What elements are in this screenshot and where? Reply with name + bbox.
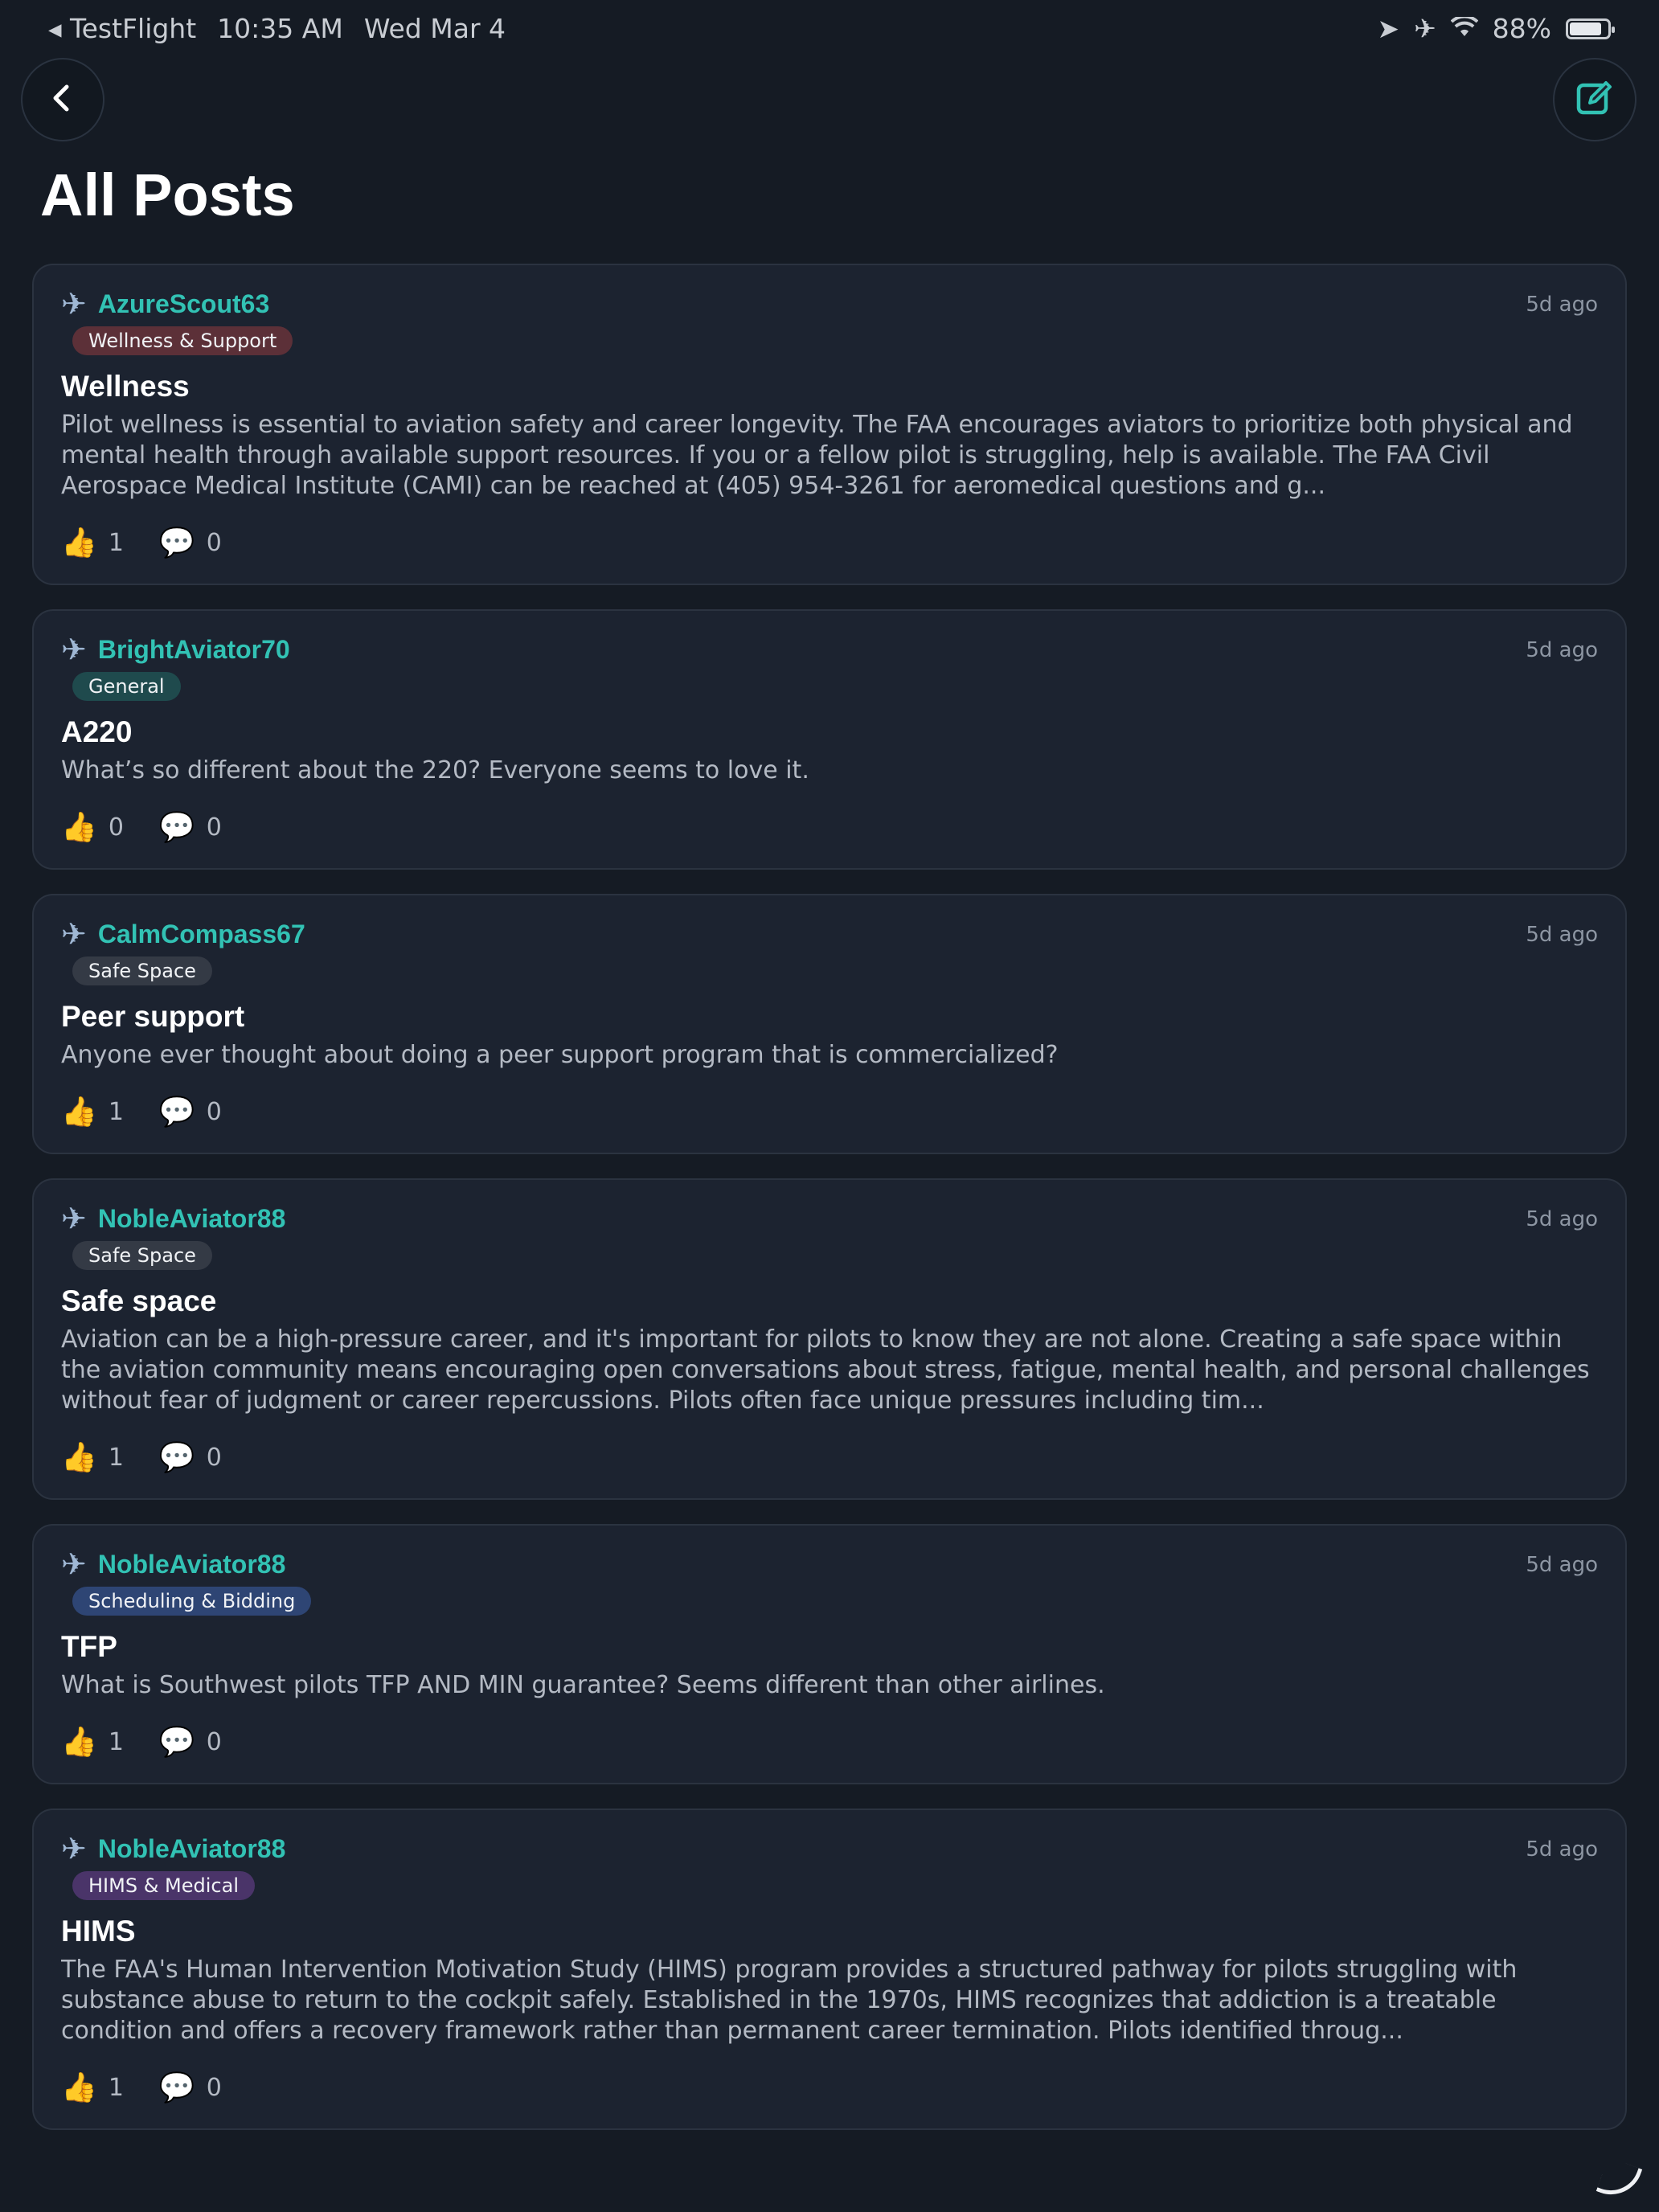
post-body: Pilot wellness is essential to aviation … [61, 411, 1573, 500]
comment-count: 0 [206, 1097, 222, 1126]
post-card[interactable]: ✈ NobleAviator88 5d ago Scheduling & Bid… [32, 1524, 1627, 1784]
post-card[interactable]: ✈ NobleAviator88 5d ago HIMS & Medical H… [32, 1809, 1627, 2130]
posts-list[interactable]: ✈ AzureScout63 5d ago Wellness & Support… [32, 264, 1627, 2154]
post-title: Safe space [61, 1284, 217, 1317]
new-post-button[interactable] [1553, 58, 1636, 141]
like-button[interactable]: 👍 1 [61, 1440, 124, 1474]
speech-bubble-icon: 💬 [158, 1096, 195, 1129]
like-count: 1 [108, 1727, 124, 1756]
comment-button[interactable]: 💬 0 [159, 1725, 222, 1759]
post-body: What is Southwest pilots TFP AND MIN gua… [61, 1671, 1105, 1699]
category-tag: General [72, 672, 181, 701]
airplane-icon: ✈ [61, 1201, 87, 1236]
category-tag: Safe Space [72, 956, 212, 985]
category-tag: Safe Space [72, 1241, 212, 1270]
post-body: What’s so different about the 220? Every… [61, 756, 809, 784]
comment-button[interactable]: 💬 0 [159, 810, 222, 844]
airplane-icon: ✈ [61, 1831, 87, 1866]
back-button[interactable] [21, 58, 104, 141]
post-card[interactable]: ✈ BrightAviator70 5d ago General A220 Wh… [32, 609, 1627, 870]
post-body: Anyone ever thought about doing a peer s… [61, 1041, 1059, 1069]
comment-count: 0 [206, 2073, 222, 2102]
thumbs-up-icon: 👍 [61, 811, 97, 844]
like-button[interactable]: 👍 1 [61, 2071, 124, 2104]
compose-icon [1574, 77, 1616, 122]
post-author[interactable]: NobleAviator88 [98, 1204, 286, 1234]
category-tag: Wellness & Support [72, 326, 293, 355]
like-count: 1 [108, 2073, 124, 2102]
thumbs-up-icon: 👍 [61, 1096, 97, 1129]
post-time: 5d ago [1526, 638, 1598, 662]
like-count: 1 [108, 1097, 124, 1126]
category-tag: Scheduling & Bidding [72, 1587, 312, 1616]
post-title: TFP [61, 1630, 117, 1663]
post-author[interactable]: CalmCompass67 [98, 920, 305, 949]
wifi-icon [1450, 13, 1479, 44]
post-card[interactable]: ✈ NobleAviator88 5d ago Safe Space Safe … [32, 1178, 1627, 1500]
status-bar: ◂ TestFlight 10:35 AM Wed Mar 4 ➤ ✈ 88% [0, 0, 1659, 58]
airplane-icon: ✈ [61, 916, 87, 952]
status-date: Wed Mar 4 [363, 13, 506, 44]
post-body: Aviation can be a high-pressure career, … [61, 1325, 1590, 1415]
comment-count: 0 [206, 813, 222, 842]
like-count: 1 [108, 1443, 124, 1472]
battery-percent: 88% [1492, 13, 1551, 44]
like-button[interactable]: 👍 1 [61, 1095, 124, 1129]
post-card[interactable]: ✈ AzureScout63 5d ago Wellness & Support… [32, 264, 1627, 585]
post-title: Peer support [61, 1000, 245, 1033]
speech-bubble-icon: 💬 [158, 1441, 195, 1474]
post-card[interactable]: ✈ CalmCompass67 5d ago Safe Space Peer s… [32, 894, 1627, 1154]
post-time: 5d ago [1526, 1553, 1598, 1577]
page-title: All Posts [40, 162, 295, 228]
like-count: 0 [108, 813, 124, 842]
post-time: 5d ago [1526, 1207, 1598, 1231]
post-time: 5d ago [1526, 293, 1598, 317]
speech-bubble-icon: 💬 [158, 526, 195, 559]
comment-button[interactable]: 💬 0 [159, 1095, 222, 1129]
like-count: 1 [108, 528, 124, 557]
comment-button[interactable]: 💬 0 [159, 526, 222, 559]
comment-count: 0 [206, 1727, 222, 1756]
airplane-icon: ✈ [61, 1546, 87, 1582]
post-author[interactable]: BrightAviator70 [98, 635, 290, 665]
bottom-edge [0, 2167, 1659, 2212]
status-time: 10:35 AM [217, 13, 343, 44]
like-button[interactable]: 👍 1 [61, 526, 124, 559]
comment-button[interactable]: 💬 0 [159, 1440, 222, 1474]
speech-bubble-icon: 💬 [158, 2071, 195, 2104]
thumbs-up-icon: 👍 [61, 1441, 97, 1474]
location-icon: ➤ [1377, 13, 1399, 44]
airplane-mode-icon: ✈ [1413, 13, 1436, 44]
post-author[interactable]: AzureScout63 [98, 289, 269, 319]
thumbs-up-icon: 👍 [61, 1726, 97, 1759]
speech-bubble-icon: 💬 [158, 1726, 195, 1759]
like-button[interactable]: 👍 0 [61, 810, 124, 844]
post-time: 5d ago [1526, 1837, 1598, 1862]
comment-count: 0 [206, 528, 222, 557]
comment-button[interactable]: 💬 0 [159, 2071, 222, 2104]
category-tag: HIMS & Medical [72, 1871, 255, 1900]
airplane-icon: ✈ [61, 286, 87, 322]
thumbs-up-icon: 👍 [61, 2071, 97, 2104]
post-body: The FAA's Human Intervention Motivation … [61, 1956, 1518, 2045]
battery-icon [1566, 18, 1615, 39]
speech-bubble-icon: 💬 [158, 811, 195, 844]
post-time: 5d ago [1526, 923, 1598, 947]
post-title: A220 [61, 715, 133, 748]
post-author[interactable]: NobleAviator88 [98, 1834, 286, 1864]
airplane-icon: ✈ [61, 632, 87, 667]
comment-count: 0 [206, 1443, 222, 1472]
chevron-left-icon [47, 82, 79, 117]
post-author[interactable]: NobleAviator88 [98, 1550, 286, 1579]
like-button[interactable]: 👍 1 [61, 1725, 124, 1759]
post-title: HIMS [61, 1915, 136, 1948]
back-to-app-link[interactable]: ◂ TestFlight [48, 13, 196, 44]
thumbs-up-icon: 👍 [61, 526, 97, 559]
post-title: Wellness [61, 370, 190, 403]
